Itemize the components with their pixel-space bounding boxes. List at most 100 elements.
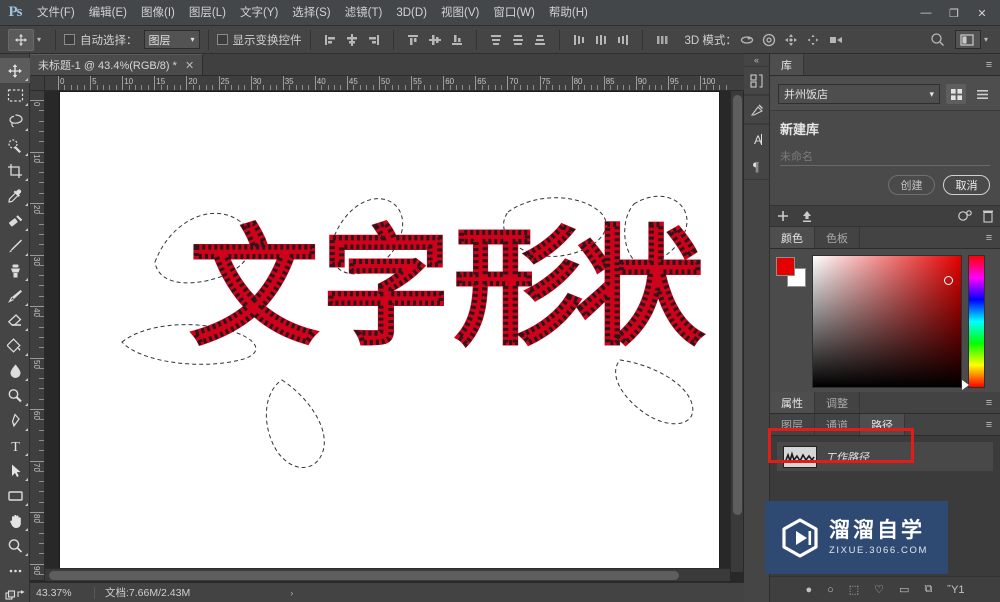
brush-settings-icon[interactable] [744,96,770,123]
align-right-edges-button[interactable] [363,30,385,50]
rectangle-tool[interactable] [0,483,30,508]
new-library-name-input[interactable]: 未命名 [780,146,990,166]
list-view-icon[interactable] [972,84,992,104]
document-tab[interactable]: 未标题-1 @ 43.4%(RGB/8) * ✕ [30,54,204,75]
move-tool-icon[interactable] [8,28,34,51]
menu-file[interactable]: 文件(F) [30,0,82,26]
sync-icon[interactable] [957,209,972,223]
tool-preset-chevron-icon[interactable]: ▾ [37,35,41,44]
edit-toolbar-button[interactable] [0,583,30,602]
cancel-library-button[interactable]: 取消 [943,175,990,195]
add-mask-icon[interactable]: ▭ [899,583,909,596]
tab-color[interactable]: 颜色 [770,227,815,248]
align-bottom-edges-button[interactable] [446,30,468,50]
hue-slider[interactable] [962,255,985,390]
history-panel-icon[interactable] [744,67,770,94]
libraries-panel-menu-icon[interactable]: ≡ [978,54,1000,75]
3d-rotate-icon[interactable] [737,30,759,50]
scrollbar-thumb[interactable] [49,571,679,580]
color-panel-swatches[interactable] [776,257,806,287]
menu-select[interactable]: 选择(S) [285,0,337,26]
menu-window[interactable]: 窗口(W) [486,0,542,26]
zoom-level[interactable]: 43.37% [30,587,94,599]
distribute-bottom-edges-button[interactable] [529,30,551,50]
eyedropper-tool[interactable] [0,183,30,208]
auto-select-target-dropdown[interactable]: 图层 ▾ [143,30,200,49]
make-work-path-icon[interactable]: ♡ [874,583,884,596]
rectangular-marquee-tool[interactable] [0,83,30,108]
search-icon[interactable] [927,30,949,50]
align-top-edges-button[interactable] [402,30,424,50]
menu-edit[interactable]: 编辑(E) [82,0,134,26]
align-horizontal-centers-button[interactable] [341,30,363,50]
brush-tool[interactable] [0,233,30,258]
fill-path-icon[interactable]: ● [805,584,812,596]
menu-layer[interactable]: 图层(L) [182,0,233,26]
move-tool[interactable] [0,58,30,83]
distribute-left-edges-button[interactable] [568,30,590,50]
color-field-marker[interactable] [944,276,953,285]
menu-filter[interactable]: 滤镜(T) [338,0,390,26]
auto-select-checkbox[interactable] [64,34,76,45]
properties-panel-menu-icon[interactable]: ≡ [978,392,1000,413]
tab-libraries[interactable]: 库 [770,54,804,75]
delete-path-icon[interactable]: Ὕ1 [947,584,964,596]
create-library-button[interactable]: 创建 [888,175,935,195]
workspace-chevron-icon[interactable]: ▾ [984,35,988,44]
close-button[interactable]: ✕ [968,3,996,23]
hue-slider-marker[interactable] [962,380,969,390]
library-dropdown[interactable]: 并州饭店 ▾ [778,84,940,104]
menu-image[interactable]: 图像(I) [134,0,182,26]
crop-tool[interactable] [0,158,30,183]
menu-3d[interactable]: 3D(D) [389,0,434,26]
color-panel-menu-icon[interactable]: ≡ [978,227,1000,248]
tab-swatches[interactable]: 色板 [815,227,860,248]
paragraph-panel-icon[interactable]: ¶ [744,152,770,179]
menu-type[interactable]: 文字(Y) [233,0,285,26]
delete-icon[interactable] [982,209,994,223]
align-left-edges-button[interactable] [319,30,341,50]
canvas-vertical-scrollbar[interactable] [730,91,743,572]
vertical-ruler[interactable]: 0 10 20 30 40 50 60 70 80 90 [30,91,45,580]
3d-pan-icon[interactable] [781,30,803,50]
add-item-icon[interactable] [776,209,790,223]
expand-panels-icon[interactable]: « [744,54,769,66]
tab-layers[interactable]: 图层 [770,414,815,435]
quick-selection-tool[interactable] [0,133,30,158]
3d-scale-icon[interactable] [825,30,847,50]
color-panel-foreground-swatch[interactable] [776,257,795,276]
status-expand-icon[interactable]: › [290,588,293,598]
distribute-right-edges-button[interactable] [612,30,634,50]
workspace-switcher[interactable] [954,30,981,49]
layers-panel-menu-icon[interactable]: ≡ [978,414,1000,435]
ruler-corner[interactable] [30,76,45,91]
eraser-tool[interactable] [0,308,30,333]
saturation-value-field[interactable] [812,255,962,388]
menu-view[interactable]: 视图(V) [434,0,486,26]
align-vertical-centers-button[interactable] [424,30,446,50]
tab-properties[interactable]: 属性 [770,392,815,413]
scrollbar-thumb[interactable] [733,95,742,515]
pen-tool[interactable] [0,408,30,433]
minimize-button[interactable]: — [912,3,940,23]
clone-stamp-tool[interactable] [0,258,30,283]
show-transform-checkbox[interactable] [216,34,228,45]
zoom-tool[interactable] [0,533,30,558]
load-selection-icon[interactable]: ⬚ [849,583,859,596]
align-to-selection-button[interactable] [651,30,673,50]
canvas-horizontal-scrollbar[interactable] [45,568,730,581]
stroke-path-icon[interactable]: ○ [827,584,834,596]
menu-help[interactable]: 帮助(H) [542,0,595,26]
3d-roll-icon[interactable] [759,30,781,50]
blur-tool[interactable] [0,358,30,383]
type-tool[interactable]: T [0,433,30,458]
lasso-tool[interactable] [0,108,30,133]
more-tools[interactable] [0,558,30,583]
gradient-tool[interactable] [0,333,30,358]
horizontal-ruler[interactable]: 0 5 10 15 20 25 30 35 40 45 50 55 60 65 70 75 80 85 90 95 10… [45,76,744,91]
close-icon[interactable]: ✕ [185,59,194,72]
tab-paths[interactable]: 路径 [860,414,905,435]
hand-tool[interactable] [0,508,30,533]
history-brush-tool[interactable] [0,283,30,308]
grid-view-icon[interactable] [946,84,966,104]
